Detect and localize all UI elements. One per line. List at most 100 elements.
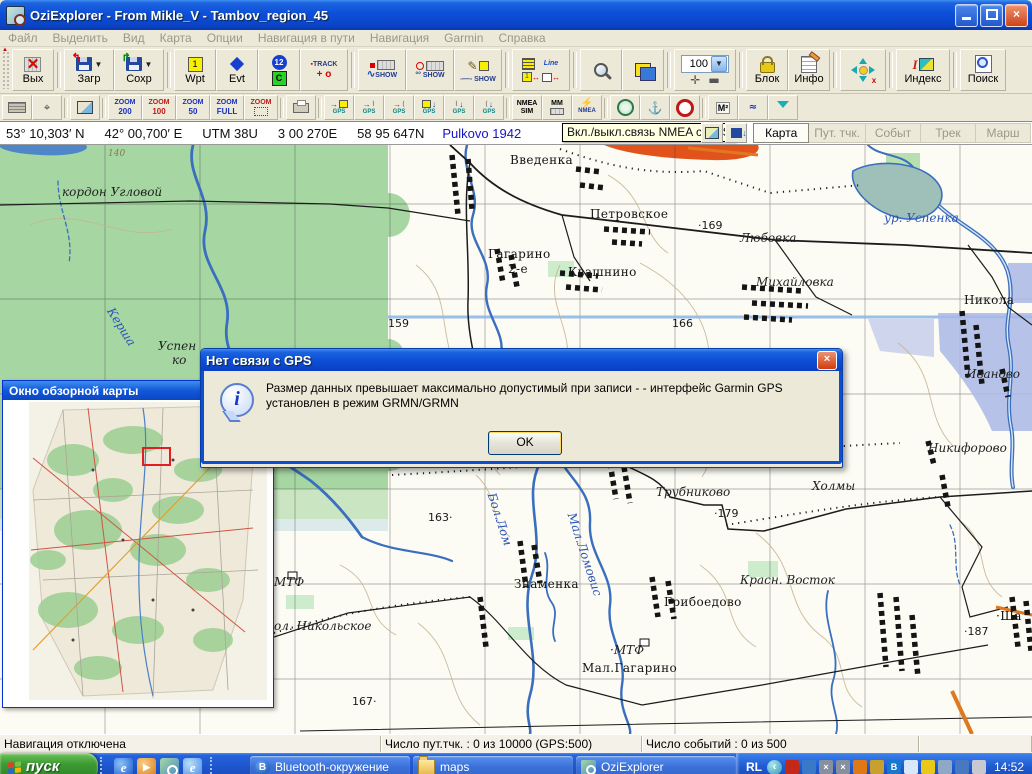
menu-item[interactable]: Файл	[8, 31, 38, 45]
window-titlebar[interactable]: OziExplorer - From Mikle_V - Tambov_regi…	[0, 0, 1032, 30]
moving-map-button[interactable]: MM	[542, 95, 572, 120]
gps-get-track-button[interactable]: ⌇↓GPS	[444, 95, 474, 120]
zoom-select[interactable]: 100 ▼	[681, 55, 729, 73]
exit-icon: ✕	[27, 57, 40, 72]
map-pages-button[interactable]	[622, 49, 664, 91]
zoom-100-button[interactable]: ZOOM100	[142, 95, 176, 120]
gps-dialog-message: Размер данных превышает максимально допу…	[266, 381, 828, 411]
menu-item[interactable]: Карта	[160, 31, 192, 45]
tasks-handle[interactable]	[210, 757, 216, 774]
quicklaunch-handle[interactable]	[100, 757, 106, 774]
card-reader-icon[interactable]	[955, 760, 969, 774]
area-measure-button[interactable]: M²	[708, 95, 738, 120]
taskbar-clock[interactable]: 14:52	[994, 760, 1024, 774]
taskbar-task-maps[interactable]: maps	[413, 756, 573, 774]
search-button[interactable]: Поиск	[960, 49, 1006, 91]
display-icon[interactable]	[938, 760, 952, 774]
track-button[interactable]: ▪TRACK + o	[300, 49, 348, 91]
index-button[interactable]: I Индекс	[896, 49, 950, 91]
gps-send-waypoints-button[interactable]: →GPS	[324, 95, 354, 120]
zoom-out-button[interactable]: ▬	[708, 74, 719, 86]
start-button[interactable]: пуск	[0, 753, 98, 774]
load-button[interactable]: ↰▼ Загр	[64, 49, 114, 91]
zoom-full-button[interactable]: ZOOMFULL	[210, 95, 244, 120]
map-image-button[interactable]	[70, 95, 100, 120]
restore-button[interactable]	[980, 4, 1003, 27]
gps-get-route-button[interactable]: ⟨↓GPS	[474, 95, 504, 120]
profile-button[interactable]: ≈	[738, 95, 768, 120]
taskbar-task-OziExplorer[interactable]: OziExplorer	[576, 756, 736, 774]
tab-Событ[interactable]: Событ	[866, 123, 921, 143]
oziexplorer-icon[interactable]	[160, 758, 179, 774]
mob-button[interactable]	[670, 95, 700, 120]
magnifier-button[interactable]	[580, 49, 622, 91]
menu-item[interactable]: Garmin	[444, 31, 483, 45]
anchor-alarm-button[interactable]: ⚓	[640, 95, 670, 120]
zoom-50-button[interactable]: ZOOM50	[176, 95, 210, 120]
show-points-button[interactable]: °° SHOW	[406, 49, 454, 91]
scheduler-icon[interactable]	[870, 760, 884, 774]
zoom-200-button[interactable]: ZOOM200	[108, 95, 142, 120]
tab-Пут. тчк.[interactable]: Пут. тчк.	[809, 123, 866, 143]
wireless-icon[interactable]	[904, 760, 918, 774]
pan-control[interactable]: x	[840, 49, 886, 91]
zoom-dropdown-icon[interactable]: ▼	[711, 56, 727, 72]
plotter-button[interactable]	[2, 95, 32, 120]
close-button[interactable]: ×	[1005, 4, 1028, 27]
save-position-button[interactable]	[725, 123, 747, 143]
menu-item[interactable]: Навигация в пути	[258, 31, 355, 45]
menu-item[interactable]: Вид	[123, 31, 145, 45]
nmea-comm-button[interactable]: ⚡NMEA	[572, 95, 602, 120]
tab-Карта[interactable]: Карта	[753, 123, 809, 143]
device-error-icon[interactable]: ×	[819, 760, 833, 774]
language-indicator[interactable]: RL	[746, 753, 762, 774]
lock-button[interactable]: Блок	[746, 49, 788, 91]
position-tool-button[interactable]: ⌖	[32, 95, 62, 120]
gps-dialog-close-button[interactable]: ×	[817, 351, 837, 370]
zoom-window-button[interactable]: ZOOM	[244, 95, 278, 120]
bluetooth-tray-icon[interactable]: B	[887, 760, 901, 774]
show-waypoints-button[interactable]: ✎ ▫—▫ SHOW	[454, 49, 502, 91]
objects-button[interactable]: Line 1↔ ↔	[512, 49, 570, 91]
wp-number-button[interactable]: 12 C	[258, 49, 300, 91]
map-view-button[interactable]	[701, 123, 723, 143]
gps-dialog-titlebar[interactable]: Нет связи с GPS ×	[201, 349, 842, 371]
info-button[interactable]: Инфо	[788, 49, 830, 91]
gps-status-button[interactable]	[610, 95, 640, 120]
filter-button[interactable]	[768, 95, 798, 120]
minimize-button[interactable]	[955, 4, 978, 27]
event-button[interactable]: Evt	[216, 49, 258, 91]
tab-Трек[interactable]: Трек	[921, 123, 976, 143]
gps-send-track-button[interactable]: →⌇GPS	[354, 95, 384, 120]
menu-item[interactable]: Выделить	[53, 31, 108, 45]
pdf-reader-icon[interactable]	[785, 760, 799, 774]
gps-dialog[interactable]: Нет связи с GPS × i Размер данных превыш…	[200, 348, 843, 468]
media-player-icon[interactable]: ▶	[137, 758, 156, 774]
menu-item[interactable]: Навигация	[370, 31, 429, 45]
waypoint-button[interactable]: 1 Wpt	[174, 49, 216, 91]
print-button[interactable]	[286, 95, 316, 120]
ok-button[interactable]: OK	[488, 431, 562, 455]
show-track-button[interactable]: ∿SHOW	[358, 49, 406, 91]
mouse-icon[interactable]	[972, 760, 986, 774]
gps-get-waypoints-button[interactable]: ↓GPS	[414, 95, 444, 120]
internet-explorer-icon[interactable]: e	[114, 758, 133, 774]
map-image-icon	[77, 101, 93, 114]
device-error2-icon[interactable]: ×	[836, 760, 850, 774]
menu-item[interactable]: Справка	[498, 31, 545, 45]
quick-launch: e▶e	[108, 758, 208, 774]
power-icon[interactable]	[921, 760, 935, 774]
nmea-simulator-button[interactable]: NMEASIM	[512, 95, 542, 120]
menu-item[interactable]: Опции	[207, 31, 243, 45]
exit-button[interactable]: ✕ Вых	[12, 49, 54, 91]
msn-explorer-icon[interactable]: e	[183, 758, 202, 774]
zoom-in-button[interactable]: ✛	[690, 74, 700, 86]
taskbar-task-Bluetooth-окружение[interactable]: BBluetooth-окружение	[250, 756, 410, 774]
tab-Марш[interactable]: Марш	[976, 123, 1031, 143]
tray-chevron-icon[interactable]: ‹	[767, 760, 782, 774]
gps-send-route-button[interactable]: →⟨GPS	[384, 95, 414, 120]
java-icon[interactable]	[853, 760, 867, 774]
toolbar-drag-handle[interactable]	[2, 51, 10, 89]
save-button[interactable]: ↱▼ Сохр	[114, 49, 164, 91]
network-monitor-icon[interactable]	[802, 760, 816, 774]
